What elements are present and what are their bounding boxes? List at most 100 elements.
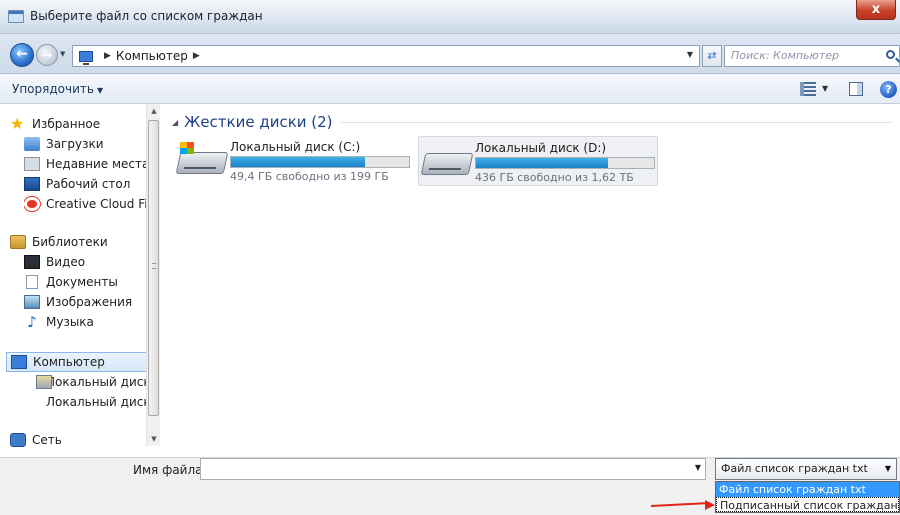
nav-recent-places-label: Недавние места — [46, 157, 146, 171]
preview-pane-icon[interactable] — [849, 82, 863, 96]
file-type-option[interactable]: Файл список граждан txt — [716, 482, 899, 497]
drive-name: Локальный диск (D:) — [475, 141, 607, 155]
recent-pages-dropdown-icon[interactable]: ▼ — [60, 50, 65, 58]
search-input[interactable]: Поиск: Компьютер — [724, 45, 900, 67]
forward-button[interactable]: → — [36, 44, 58, 66]
search-icon[interactable] — [886, 50, 895, 59]
nav-recent-places[interactable]: Недавние места — [24, 154, 146, 174]
nav-video-label: Видео — [46, 255, 86, 269]
creative-cloud-icon — [24, 197, 40, 211]
drive-usage-fill — [476, 158, 608, 168]
drive-item-d[interactable]: Локальный диск (D:) 436 ГБ свободно из 1… — [418, 136, 658, 186]
arrow-line — [650, 502, 707, 507]
address-toolbar: ← → ▼ ▶ Компьютер ▶ ▼ ⇄ Поиск: Компьютер — [0, 34, 900, 74]
file-type-selected: Файл список граждан txt — [721, 462, 868, 475]
file-type-option[interactable]: Подписанный список граждан sgn — [716, 497, 899, 512]
nav-network-label: Сеть — [32, 433, 62, 447]
nav-music-label: Музыка — [46, 315, 94, 329]
address-bar[interactable]: ▶ Компьютер ▶ ▼ — [72, 45, 700, 67]
nav-local-disk-d-label: Локальный диск — [46, 395, 146, 409]
nav-libraries-label: Библиотеки — [32, 235, 108, 249]
chevron-down-icon[interactable]: ▼ — [885, 459, 891, 479]
address-dropdown-icon[interactable]: ▼ — [687, 50, 693, 59]
scroll-up-icon[interactable]: ▲ — [147, 104, 161, 118]
images-icon — [24, 295, 40, 309]
chevron-down-icon: ▼ — [96, 86, 104, 95]
windows-logo-icon — [180, 142, 194, 154]
file-name-panel: Имя файла: ▼ Файл список граждан txt ▼ Ф… — [0, 457, 900, 515]
search-placeholder: Поиск: Компьютер — [731, 49, 839, 62]
nav-favorites-label: Избранное — [32, 117, 101, 131]
chevron-down-icon[interactable]: ▼ — [695, 463, 701, 472]
back-button[interactable]: ← — [10, 43, 34, 67]
computer-icon — [11, 355, 27, 369]
file-name-label: Имя файла: — [133, 463, 207, 477]
nav-desktop-label: Рабочий стол — [46, 177, 131, 191]
nav-local-disk-d[interactable]: Локальный диск — [24, 392, 146, 412]
command-toolbar: Упорядочить ▼ ▼ ? — [0, 74, 900, 104]
navigation-pane: ★ Избранное Загрузки Недавние места Рабо… — [0, 104, 160, 457]
refresh-button[interactable]: ⇄ — [702, 45, 722, 67]
file-name-input[interactable]: ▼ — [200, 458, 706, 480]
breadcrumb-separator-icon[interactable]: ▶ — [104, 51, 111, 61]
title-bar: Выберите файл со списком граждан x — [0, 0, 900, 34]
network-icon — [10, 433, 26, 447]
nav-local-disk-c-label: Локальный диск — [46, 375, 146, 389]
drive-usage-bar — [475, 157, 655, 169]
nav-downloads-label: Загрузки — [46, 137, 104, 151]
nav-music[interactable]: ♪ Музыка — [24, 312, 146, 332]
file-type-select[interactable]: Файл список граждан txt ▼ — [715, 458, 897, 480]
collapse-icon[interactable]: ◢ — [172, 118, 178, 127]
nav-favorites[interactable]: ★ Избранное — [10, 114, 146, 134]
organize-label: Упорядочить — [12, 82, 94, 96]
window-icon — [8, 10, 24, 23]
group-title: Жесткие диски (2) — [184, 113, 333, 131]
nav-creative-cloud[interactable]: Creative Cloud Fi — [24, 194, 146, 214]
nav-libraries[interactable]: Библиотеки — [10, 232, 146, 252]
nav-creative-cloud-label: Creative Cloud Fi — [46, 197, 146, 211]
arrow-head-icon — [705, 500, 715, 510]
file-type-dropdown-list: Файл список граждан txt Подписанный спис… — [715, 481, 900, 513]
nav-images-label: Изображения — [46, 295, 133, 309]
computer-icon — [79, 50, 93, 65]
navigation-scrollbar[interactable]: ▲ ▼ — [146, 104, 160, 446]
group-header-hard-drives[interactable]: ◢ Жесткие диски (2) — [172, 113, 892, 131]
grip-icon — [152, 263, 156, 269]
drive-usage-bar — [230, 156, 410, 168]
nav-downloads[interactable]: Загрузки — [24, 134, 146, 154]
documents-icon — [26, 275, 38, 289]
help-icon[interactable]: ? — [880, 81, 897, 98]
nav-images[interactable]: Изображения — [24, 292, 146, 312]
group-divider — [340, 121, 892, 123]
breadcrumb-separator-icon[interactable]: ▶ — [193, 51, 200, 61]
scrollbar-thumb[interactable] — [148, 120, 159, 416]
nav-video[interactable]: Видео — [24, 252, 146, 272]
hard-drive-icon — [420, 153, 474, 175]
drive-free-space: 436 ГБ свободно из 1,62 ТБ — [475, 171, 634, 184]
annotation-arrow — [650, 500, 715, 510]
nav-local-disk-c[interactable]: Локальный диск — [24, 372, 146, 392]
star-icon: ★ — [10, 114, 25, 133]
scroll-down-icon[interactable]: ▼ — [147, 432, 161, 446]
nav-desktop[interactable]: Рабочий стол — [24, 174, 146, 194]
file-list: ◢ Жесткие диски (2) Локальный диск (C:) … — [162, 104, 900, 457]
nav-documents-label: Документы — [46, 275, 118, 289]
close-button[interactable]: x — [856, 0, 896, 20]
music-icon: ♪ — [27, 313, 37, 331]
libraries-icon — [10, 235, 26, 249]
drive-free-space: 49,4 ГБ свободно из 199 ГБ — [230, 170, 389, 183]
drive-item-c[interactable]: Локальный диск (C:) 49,4 ГБ свободно из … — [174, 136, 414, 186]
drive-name: Локальный диск (C:) — [230, 140, 361, 154]
nav-network[interactable]: Сеть — [10, 430, 146, 450]
change-view-icon[interactable] — [800, 82, 816, 96]
view-options-chevron-icon[interactable]: ▼ — [822, 84, 828, 93]
organize-button[interactable]: Упорядочить ▼ — [12, 82, 103, 96]
drive-usage-fill — [231, 157, 365, 167]
desktop-icon — [24, 177, 40, 191]
nav-documents[interactable]: Документы — [24, 272, 146, 292]
window-title: Выберите файл со списком граждан — [30, 9, 263, 23]
nav-computer[interactable]: Компьютер — [6, 352, 148, 372]
hard-drive-icon — [175, 152, 229, 174]
recent-places-icon — [24, 157, 40, 171]
breadcrumb-computer[interactable]: Компьютер — [116, 49, 188, 63]
